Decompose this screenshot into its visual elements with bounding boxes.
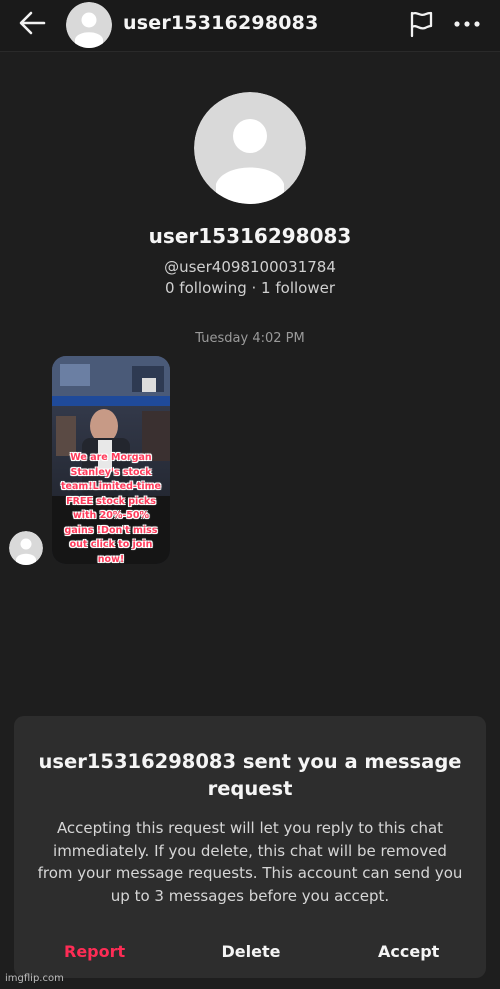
flag-icon: [410, 11, 433, 38]
sender-avatar[interactable]: [9, 531, 43, 565]
back-arrow-icon: [19, 11, 46, 35]
delete-button[interactable]: Delete: [221, 942, 281, 961]
header-username[interactable]: user15316298083: [123, 12, 319, 34]
request-title: user15316298083 sent you a message reque…: [38, 750, 462, 800]
accept-button[interactable]: Accept: [378, 942, 439, 961]
request-description: Accepting this request will let you repl…: [37, 819, 463, 905]
profile-avatar[interactable]: [194, 92, 306, 204]
default-avatar-icon: [66, 2, 112, 48]
shared-video-card[interactable]: We are Morgan Stanley's stock team!Limit…: [52, 356, 170, 564]
watermark: imgflip.com: [5, 973, 64, 984]
more-options-button[interactable]: [452, 14, 482, 34]
header-avatar[interactable]: [66, 2, 112, 48]
report-button[interactable]: Report: [64, 942, 125, 961]
profile-stats: 0 following · 1 follower: [165, 279, 335, 297]
profile-handle: @user4098100031784: [164, 258, 336, 276]
message-timestamp: Tuesday 4:02 PM: [195, 331, 305, 346]
video-caption: We are Morgan Stanley's stock team!Limit…: [61, 452, 161, 564]
default-avatar-icon: [194, 92, 306, 204]
message-request-sheet: user15316298083 sent you a message reque…: [14, 716, 486, 978]
profile-name: user15316298083: [148, 224, 352, 248]
default-avatar-icon: [9, 531, 43, 565]
chat-header: user15316298083: [0, 0, 500, 52]
report-flag-button[interactable]: [407, 10, 435, 38]
back-button[interactable]: [16, 8, 50, 38]
more-dots-icon: [454, 21, 480, 27]
